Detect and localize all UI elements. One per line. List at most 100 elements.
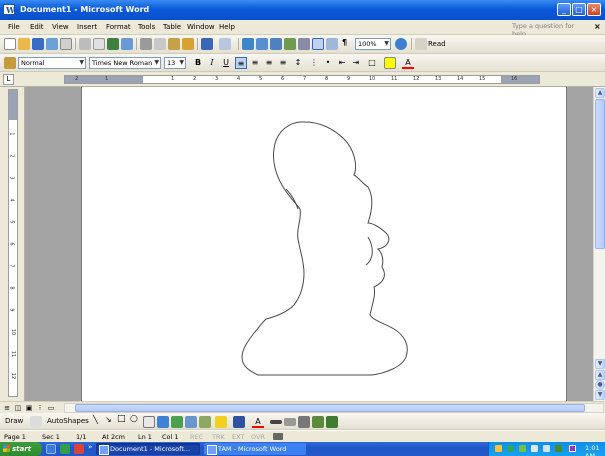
- drawing-icon[interactable]: [312, 38, 324, 50]
- tab-selector[interactable]: L: [3, 74, 14, 85]
- line-spacing-icon[interactable]: ↕: [292, 57, 304, 69]
- tray-icon[interactable]: [569, 445, 576, 452]
- research-icon[interactable]: [121, 38, 133, 50]
- italic-button[interactable]: I: [206, 57, 218, 69]
- insert-picture-icon[interactable]: [199, 416, 211, 428]
- close-button[interactable]: ×: [587, 3, 601, 16]
- wordart-icon[interactable]: [157, 416, 169, 428]
- outline-view-icon[interactable]: ⁝: [35, 403, 45, 413]
- redo-icon[interactable]: [219, 38, 231, 50]
- new-document-icon[interactable]: [4, 38, 16, 50]
- arrow-style-icon[interactable]: [298, 416, 310, 428]
- align-center-icon[interactable]: ≡: [249, 57, 261, 69]
- menu-format[interactable]: Format: [106, 23, 131, 31]
- person-silhouette-outline[interactable]: [82, 87, 568, 401]
- menu-view[interactable]: View: [52, 23, 69, 31]
- tray-icon[interactable]: [555, 445, 562, 452]
- justify-icon[interactable]: ≡: [277, 57, 289, 69]
- print-preview-icon[interactable]: [79, 38, 91, 50]
- font-size-select[interactable]: 13 ▼: [164, 57, 186, 69]
- status-ext[interactable]: EXT: [232, 433, 244, 441]
- columns-icon[interactable]: [298, 38, 310, 50]
- tray-icon[interactable]: [519, 445, 526, 452]
- scroll-up-button[interactable]: ▲: [595, 88, 605, 98]
- line-icon[interactable]: ╲: [93, 415, 98, 424]
- underline-button[interactable]: U: [220, 57, 232, 69]
- read-icon[interactable]: [415, 38, 427, 50]
- dash-style-icon[interactable]: [284, 418, 296, 426]
- tray-icon[interactable]: [507, 445, 514, 452]
- bullets-icon[interactable]: •: [322, 57, 334, 69]
- shadow-style-icon[interactable]: [312, 416, 324, 428]
- rectangle-icon[interactable]: □: [117, 414, 126, 424]
- select-objects-icon[interactable]: [30, 416, 42, 428]
- format-painter-icon[interactable]: [182, 38, 194, 50]
- clip-art-icon[interactable]: [185, 416, 197, 428]
- permission-icon[interactable]: [46, 38, 58, 50]
- cut-icon[interactable]: [140, 38, 152, 50]
- insert-table-icon[interactable]: [270, 38, 282, 50]
- increase-indent-icon[interactable]: ⇥: [350, 57, 362, 69]
- spelling-icon[interactable]: [107, 38, 119, 50]
- show-desktop-icon[interactable]: [46, 444, 56, 454]
- oval-icon[interactable]: ○: [130, 414, 138, 424]
- quicklaunch-more-icon[interactable]: »: [88, 443, 92, 451]
- diagram-icon[interactable]: [171, 416, 183, 428]
- close-document-icon[interactable]: ×: [594, 22, 601, 31]
- network-icon[interactable]: [531, 445, 538, 452]
- horizontal-scroll-thumb[interactable]: [75, 404, 585, 412]
- scroll-down-button[interactable]: ▼: [595, 359, 605, 369]
- menu-file[interactable]: File: [8, 23, 20, 31]
- menu-help[interactable]: Help: [219, 23, 235, 31]
- font-select[interactable]: Times New Roman ▼: [89, 57, 161, 69]
- save-icon[interactable]: [32, 38, 44, 50]
- zoom-select[interactable]: 100% ▼: [355, 38, 391, 50]
- tables-borders-icon[interactable]: [256, 38, 268, 50]
- menu-edit[interactable]: Edit: [30, 23, 44, 31]
- line-color-icon[interactable]: [233, 416, 245, 428]
- highlight-icon[interactable]: [384, 57, 396, 69]
- clock[interactable]: 1:01 AM: [585, 444, 605, 456]
- styles-formatting-icon[interactable]: [4, 57, 16, 69]
- previous-page-button[interactable]: ▲: [595, 370, 605, 380]
- status-ovr[interactable]: OVR: [251, 433, 265, 441]
- copy-icon[interactable]: [154, 38, 166, 50]
- bold-button[interactable]: B: [192, 57, 204, 69]
- minimize-button[interactable]: _: [557, 3, 571, 16]
- reading-layout-icon[interactable]: ▭: [46, 403, 56, 413]
- status-rec[interactable]: REC: [190, 433, 203, 441]
- menu-window[interactable]: Window: [187, 23, 215, 31]
- tray-icon[interactable]: [495, 445, 502, 452]
- menu-tools[interactable]: Tools: [138, 23, 155, 31]
- start-button[interactable]: start: [0, 442, 42, 456]
- vertical-scroll-thumb[interactable]: [595, 99, 605, 249]
- numbering-icon[interactable]: ⋮: [308, 57, 320, 69]
- menu-insert[interactable]: Insert: [77, 23, 97, 31]
- style-select[interactable]: Normal ▼: [18, 57, 86, 69]
- align-left-icon[interactable]: ≡: [235, 57, 247, 69]
- next-page-button[interactable]: ▼: [595, 390, 605, 400]
- open-folder-icon[interactable]: [18, 38, 30, 50]
- quicklaunch-app-icon[interactable]: [60, 444, 70, 454]
- menu-table[interactable]: Table: [163, 23, 181, 31]
- paste-icon[interactable]: [168, 38, 180, 50]
- borders-icon[interactable]: □: [366, 57, 378, 69]
- vertical-scrollbar[interactable]: ▲ ▼ ▲ ● ▼: [593, 87, 605, 401]
- hyperlink-icon[interactable]: [242, 38, 254, 50]
- document-page[interactable]: [81, 87, 567, 401]
- maximize-button[interactable]: □: [572, 3, 586, 16]
- font-color-icon[interactable]: A: [402, 57, 414, 69]
- autoshapes-menu-button[interactable]: AutoShapes: [47, 417, 89, 425]
- decrease-indent-icon[interactable]: ⇤: [336, 57, 348, 69]
- print-layout-icon[interactable]: ▣: [24, 403, 34, 413]
- word-app-icon[interactable]: W: [3, 4, 15, 15]
- taskbar-item-document1[interactable]: Document1 - Microsoft...: [96, 443, 200, 455]
- arrow-icon[interactable]: ↘: [105, 415, 112, 424]
- draw-menu-button[interactable]: Draw: [5, 417, 23, 425]
- fill-color-icon[interactable]: [215, 416, 227, 428]
- 3d-style-icon[interactable]: [326, 416, 338, 428]
- line-style-icon[interactable]: [270, 420, 282, 424]
- taskbar-item-tam[interactable]: TAM - Microsoft Word: [204, 443, 306, 455]
- volume-icon[interactable]: [543, 445, 550, 452]
- align-right-icon[interactable]: ≡: [263, 57, 275, 69]
